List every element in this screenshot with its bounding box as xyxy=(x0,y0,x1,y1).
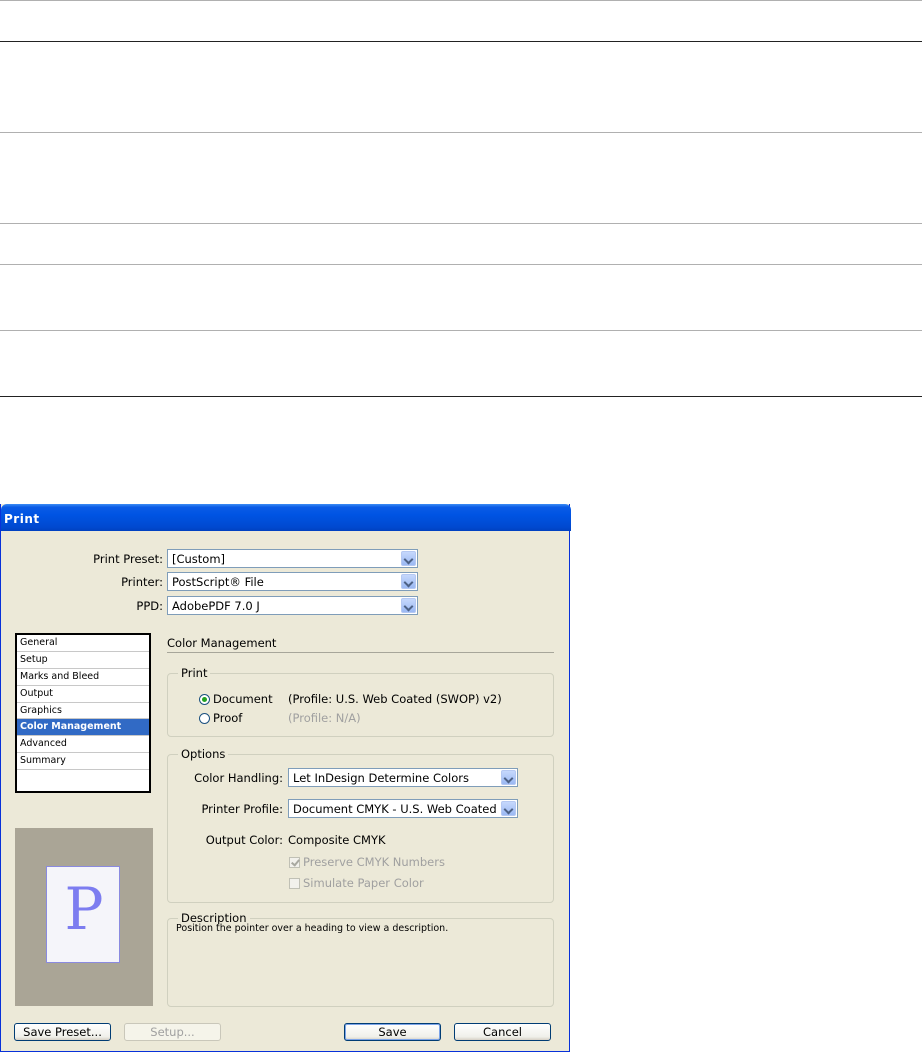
table-rule xyxy=(0,41,922,42)
table-rule xyxy=(0,396,922,397)
print-group-legend: Print xyxy=(178,666,211,680)
description-text: Position the pointer over a heading to v… xyxy=(176,923,449,934)
printer-value: PostScript® File xyxy=(172,575,264,589)
setup-button[interactable]: Setup... xyxy=(124,1023,221,1041)
page-preview: P xyxy=(15,828,153,1006)
preview-page: P xyxy=(46,866,120,963)
document-profile-text: (Profile: U.S. Web Coated (SWOP) v2) xyxy=(288,692,502,706)
printer-label: Printer: xyxy=(121,575,163,589)
preserve-cmyk-checkbox[interactable] xyxy=(289,857,300,868)
section-title: Color Management xyxy=(167,636,277,650)
proof-radio[interactable] xyxy=(199,713,210,724)
print-dialog: Print Print Preset: [Custom] Printer: Po… xyxy=(0,504,571,1052)
document-radio[interactable] xyxy=(199,694,210,705)
save-preset-button[interactable]: Save Preset... xyxy=(14,1023,111,1041)
sidebar-item-graphics[interactable]: Graphics xyxy=(17,703,149,720)
sidebar-item-color-management[interactable]: Color Management xyxy=(17,719,149,737)
chevron-down-icon[interactable] xyxy=(401,598,416,613)
table-rule xyxy=(0,223,922,224)
sidebar-item-marks-and-bleed[interactable]: Marks and Bleed xyxy=(17,669,149,686)
printer-profile-value: Document CMYK - U.S. Web Coated xyxy=(293,802,497,816)
sidebar-item-setup[interactable]: Setup xyxy=(17,652,149,669)
category-list: General Setup Marks and Bleed Output Gra… xyxy=(15,633,151,793)
print-preset-value: [Custom] xyxy=(172,552,226,566)
color-handling-select[interactable]: Let InDesign Determine Colors xyxy=(288,768,518,787)
preview-letter: P xyxy=(64,875,104,943)
color-handling-label: Color Handling: xyxy=(194,771,283,785)
ppd-select[interactable]: AdobePDF 7.0 J xyxy=(167,596,418,615)
printer-select[interactable]: PostScript® File xyxy=(167,572,418,591)
output-color-value: Composite CMYK xyxy=(288,833,386,847)
proof-profile-text: (Profile: N/A) xyxy=(288,711,361,725)
print-preset-label: Print Preset: xyxy=(93,552,163,566)
sidebar-item-summary[interactable]: Summary xyxy=(17,753,149,771)
table-rule xyxy=(0,330,922,331)
color-handling-value: Let InDesign Determine Colors xyxy=(293,771,469,785)
table-rule xyxy=(0,0,922,1)
table-rule xyxy=(0,264,922,265)
ppd-value: AdobePDF 7.0 J xyxy=(172,599,260,613)
options-group-legend: Options xyxy=(178,747,229,761)
preserve-cmyk-label[interactable]: Preserve CMYK Numbers xyxy=(303,855,445,869)
chevron-down-icon[interactable] xyxy=(401,574,416,589)
sidebar-item-advanced[interactable]: Advanced xyxy=(17,736,149,754)
print-preset-select[interactable]: [Custom] xyxy=(167,549,418,568)
dialog-title[interactable]: Print xyxy=(1,504,571,531)
cancel-button[interactable]: Cancel xyxy=(454,1023,551,1041)
sidebar-item-general[interactable]: General xyxy=(17,635,149,652)
printer-profile-label: Printer Profile: xyxy=(201,802,283,816)
ppd-label: PPD: xyxy=(136,599,163,613)
chevron-down-icon[interactable] xyxy=(501,801,516,816)
proof-radio-label[interactable]: Proof xyxy=(213,711,242,725)
chevron-down-icon[interactable] xyxy=(401,551,416,566)
sidebar-item-output[interactable]: Output xyxy=(17,686,149,703)
printer-profile-select[interactable]: Document CMYK - U.S. Web Coated xyxy=(288,799,518,818)
table-rule xyxy=(0,132,922,133)
output-color-label: Output Color: xyxy=(205,833,283,847)
document-radio-label[interactable]: Document xyxy=(213,692,273,706)
save-button[interactable]: Save xyxy=(344,1023,441,1041)
chevron-down-icon[interactable] xyxy=(501,770,516,785)
section-divider xyxy=(167,652,554,653)
simulate-paper-label[interactable]: Simulate Paper Color xyxy=(303,876,424,890)
simulate-paper-checkbox[interactable] xyxy=(289,878,300,889)
